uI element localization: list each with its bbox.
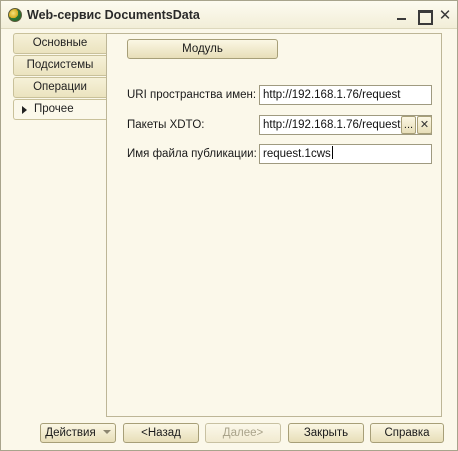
maximize-icon[interactable]: [415, 7, 433, 25]
tab-operatsii[interactable]: Операции: [13, 77, 107, 98]
tab-podsistemy[interactable]: Подсистемы: [13, 55, 107, 76]
namespace-uri-label: URI пространства имен:: [127, 89, 257, 101]
close-button[interactable]: Закрыть: [288, 423, 364, 443]
namespace-uri-field[interactable]: http://192.168.1.76/request: [259, 85, 432, 105]
tab-prochee-label: Прочее: [34, 103, 74, 115]
publication-filename-label: Имя файла публикации:: [127, 148, 257, 160]
tab-osnovnye[interactable]: Основные: [13, 33, 107, 54]
chevron-down-icon: [102, 430, 111, 434]
window-title: Web-сервис DocumentsData: [27, 8, 200, 22]
publication-filename-field[interactable]: request.1cws: [259, 144, 432, 164]
next-button[interactable]: Далее>: [205, 423, 281, 443]
window: Web-сервис DocumentsData ✕ Основные Подс…: [0, 0, 458, 451]
help-button[interactable]: Справка: [370, 423, 444, 443]
back-button[interactable]: <Назад: [123, 423, 199, 443]
module-button[interactable]: Модуль: [127, 39, 278, 59]
tab-prochee[interactable]: Прочее: [13, 99, 107, 120]
active-tab-arrow-icon: [22, 106, 27, 114]
clear-icon[interactable]: ✕: [417, 116, 432, 134]
select-packages-button[interactable]: ...: [401, 116, 416, 134]
xdto-packages-value: http://192.168.1.76/request: [263, 119, 401, 131]
minimize-icon[interactable]: [393, 7, 411, 23]
close-icon[interactable]: ✕: [436, 7, 454, 23]
main-panel: Модуль URI пространства имен: http://192…: [106, 33, 442, 417]
title-bar[interactable]: Web-сервис DocumentsData ✕: [1, 1, 457, 29]
text-caret: [331, 146, 333, 159]
xdto-packages-label: Пакеты XDTO:: [127, 119, 205, 131]
publication-filename-value: request.1cws: [263, 148, 331, 160]
app-logo-icon: [8, 8, 22, 22]
actions-label: Действия: [45, 427, 96, 439]
actions-dropdown-button[interactable]: Действия: [40, 423, 116, 443]
